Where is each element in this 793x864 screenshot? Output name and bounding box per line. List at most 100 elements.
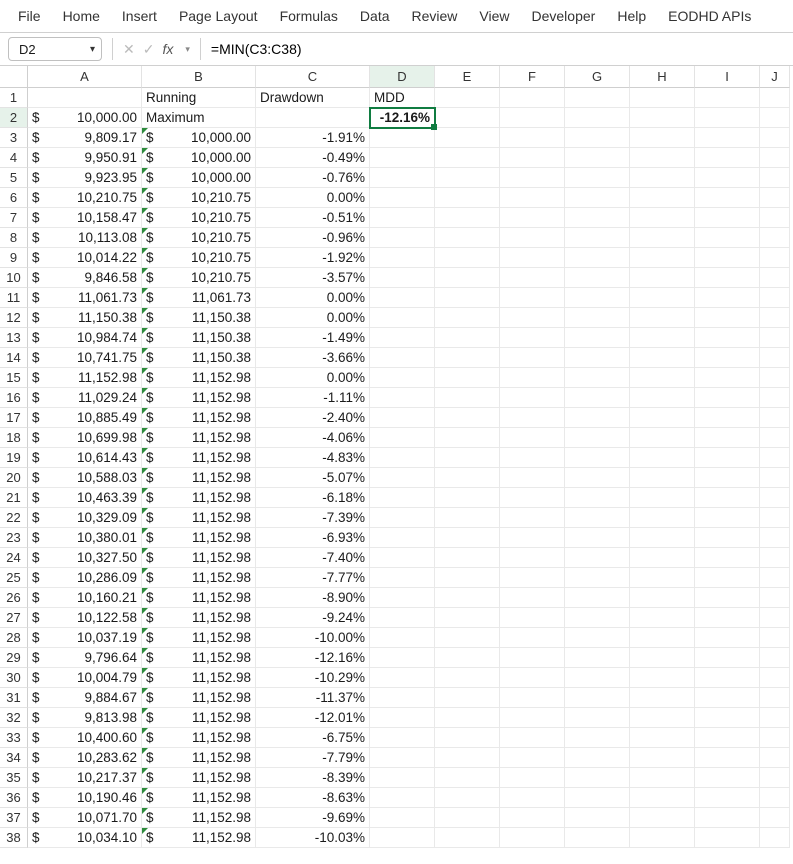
cell-D35[interactable] bbox=[370, 768, 435, 788]
cell-I9[interactable] bbox=[695, 248, 760, 268]
cell-J9[interactable] bbox=[760, 248, 790, 268]
cell-B18[interactable]: $11,152.98 bbox=[142, 428, 256, 448]
cell-B2[interactable] bbox=[142, 108, 256, 128]
cell-J28[interactable] bbox=[760, 628, 790, 648]
cell-D14[interactable] bbox=[370, 348, 435, 368]
row-header[interactable]: 37 bbox=[0, 808, 28, 828]
cell-A11[interactable]: $11,061.73 bbox=[28, 288, 142, 308]
cell-C35[interactable]: -8.39% bbox=[256, 768, 370, 788]
cell-G1[interactable] bbox=[565, 88, 630, 108]
cell-E27[interactable] bbox=[435, 608, 500, 628]
cell-H34[interactable] bbox=[630, 748, 695, 768]
ribbon-tab-eodhd-apis[interactable]: EODHD APIs bbox=[668, 8, 751, 24]
cell-F35[interactable] bbox=[500, 768, 565, 788]
cell-I5[interactable] bbox=[695, 168, 760, 188]
cell-B7[interactable]: $10,210.75 bbox=[142, 208, 256, 228]
row-header[interactable]: 13 bbox=[0, 328, 28, 348]
cell-A19[interactable]: $10,614.43 bbox=[28, 448, 142, 468]
column-header-F[interactable]: F bbox=[500, 66, 565, 88]
cell-E11[interactable] bbox=[435, 288, 500, 308]
cell-D30[interactable] bbox=[370, 668, 435, 688]
cell-E15[interactable] bbox=[435, 368, 500, 388]
row-header[interactable]: 29 bbox=[0, 648, 28, 668]
cell-J34[interactable] bbox=[760, 748, 790, 768]
cell-F11[interactable] bbox=[500, 288, 565, 308]
cell-C7[interactable]: -0.51% bbox=[256, 208, 370, 228]
cell-J6[interactable] bbox=[760, 188, 790, 208]
cell-C36[interactable]: -8.63% bbox=[256, 788, 370, 808]
cell-I34[interactable] bbox=[695, 748, 760, 768]
cell-E38[interactable] bbox=[435, 828, 500, 848]
cell-F24[interactable] bbox=[500, 548, 565, 568]
cell-C12[interactable]: 0.00% bbox=[256, 308, 370, 328]
cell-F28[interactable] bbox=[500, 628, 565, 648]
cell-A17[interactable]: $10,885.49 bbox=[28, 408, 142, 428]
cell-B17[interactable]: $11,152.98 bbox=[142, 408, 256, 428]
cell-A22[interactable]: $10,329.09 bbox=[28, 508, 142, 528]
cell-B9[interactable]: $10,210.75 bbox=[142, 248, 256, 268]
ribbon-tab-insert[interactable]: Insert bbox=[122, 8, 157, 24]
cell-A25[interactable]: $10,286.09 bbox=[28, 568, 142, 588]
cell-E21[interactable] bbox=[435, 488, 500, 508]
cell-G33[interactable] bbox=[565, 728, 630, 748]
cell-D10[interactable] bbox=[370, 268, 435, 288]
cell-A12[interactable]: $11,150.38 bbox=[28, 308, 142, 328]
cell-A34[interactable]: $10,283.62 bbox=[28, 748, 142, 768]
cell-C14[interactable]: -3.66% bbox=[256, 348, 370, 368]
cell-I6[interactable] bbox=[695, 188, 760, 208]
cell-C17[interactable]: -2.40% bbox=[256, 408, 370, 428]
cell-H17[interactable] bbox=[630, 408, 695, 428]
cell-B29[interactable]: $11,152.98 bbox=[142, 648, 256, 668]
cell-E28[interactable] bbox=[435, 628, 500, 648]
cell-A4[interactable]: $9,950.91 bbox=[28, 148, 142, 168]
row-header[interactable]: 3 bbox=[0, 128, 28, 148]
cell-C26[interactable]: -8.90% bbox=[256, 588, 370, 608]
ribbon-tab-help[interactable]: Help bbox=[617, 8, 646, 24]
cell-F27[interactable] bbox=[500, 608, 565, 628]
cell-E10[interactable] bbox=[435, 268, 500, 288]
cell-C10[interactable]: -3.57% bbox=[256, 268, 370, 288]
cell-C19[interactable]: -4.83% bbox=[256, 448, 370, 468]
column-header-E[interactable]: E bbox=[435, 66, 500, 88]
cell-C22[interactable]: -7.39% bbox=[256, 508, 370, 528]
cell-C21[interactable]: -6.18% bbox=[256, 488, 370, 508]
cell-I10[interactable] bbox=[695, 268, 760, 288]
cell-J26[interactable] bbox=[760, 588, 790, 608]
cell-A20[interactable]: $10,588.03 bbox=[28, 468, 142, 488]
cell-F33[interactable] bbox=[500, 728, 565, 748]
cell-H12[interactable] bbox=[630, 308, 695, 328]
cell-I26[interactable] bbox=[695, 588, 760, 608]
cell-E8[interactable] bbox=[435, 228, 500, 248]
cell-G23[interactable] bbox=[565, 528, 630, 548]
row-header[interactable]: 14 bbox=[0, 348, 28, 368]
cell-F22[interactable] bbox=[500, 508, 565, 528]
cell-E13[interactable] bbox=[435, 328, 500, 348]
cell-C29[interactable]: -12.16% bbox=[256, 648, 370, 668]
cell-C25[interactable]: -7.77% bbox=[256, 568, 370, 588]
cell-I23[interactable] bbox=[695, 528, 760, 548]
cell-J35[interactable] bbox=[760, 768, 790, 788]
cell-B10[interactable]: $10,210.75 bbox=[142, 268, 256, 288]
cell-D28[interactable] bbox=[370, 628, 435, 648]
cell-A5[interactable]: $9,923.95 bbox=[28, 168, 142, 188]
row-header[interactable]: 23 bbox=[0, 528, 28, 548]
row-header[interactable]: 34 bbox=[0, 748, 28, 768]
cell-F8[interactable] bbox=[500, 228, 565, 248]
cell-J37[interactable] bbox=[760, 808, 790, 828]
cell-D25[interactable] bbox=[370, 568, 435, 588]
cell-D6[interactable] bbox=[370, 188, 435, 208]
column-header-I[interactable]: I bbox=[695, 66, 760, 88]
row-header[interactable]: 32 bbox=[0, 708, 28, 728]
column-header-A[interactable]: A bbox=[28, 66, 142, 88]
cell-F30[interactable] bbox=[500, 668, 565, 688]
cell-B28[interactable]: $11,152.98 bbox=[142, 628, 256, 648]
cell-C28[interactable]: -10.00% bbox=[256, 628, 370, 648]
ribbon-tab-review[interactable]: Review bbox=[412, 8, 458, 24]
cell-G25[interactable] bbox=[565, 568, 630, 588]
cell-E5[interactable] bbox=[435, 168, 500, 188]
cell-J11[interactable] bbox=[760, 288, 790, 308]
cell-B30[interactable]: $11,152.98 bbox=[142, 668, 256, 688]
cell-E23[interactable] bbox=[435, 528, 500, 548]
cell-F13[interactable] bbox=[500, 328, 565, 348]
cell-J3[interactable] bbox=[760, 128, 790, 148]
